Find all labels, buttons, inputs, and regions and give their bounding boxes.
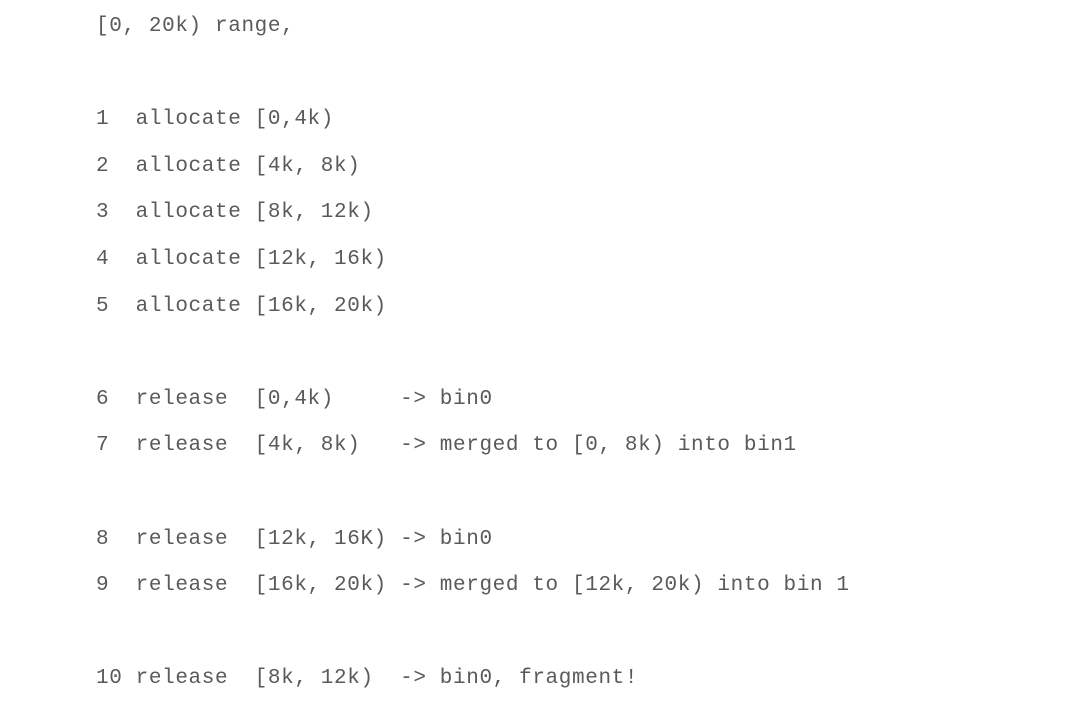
trace-line-step-10: 10 release [8k, 12k) -> bin0, fragment!	[96, 667, 639, 691]
trace-line-blank-3	[96, 470, 850, 517]
trace-sheet: [0, 20k) range, 1 allocate [0,4k) 2 alloc…	[0, 0, 1080, 700]
trace-line-header: [0, 20k) range,	[96, 15, 295, 38]
trace-line-step-1: 1 allocate [0,4k)	[96, 108, 334, 132]
trace-line-step-2: 2 allocate [4k, 8k)	[96, 154, 361, 178]
trace-line-blank-1	[96, 51, 850, 98]
allocator-trace-listing: [0, 20k) range, 1 allocate [0,4k) 2 alloc…	[96, 4, 850, 703]
trace-line-step-6: 6 release [0,4k) -> bin0	[96, 387, 493, 411]
trace-line-blank-2	[96, 330, 850, 377]
trace-line-step-8: 8 release [12k, 16K) -> bin0	[96, 527, 493, 551]
trace-line-step-9: 9 release [16k, 20k) -> merged to [12k, …	[96, 574, 850, 598]
trace-line-step-7: 7 release [4k, 8k) -> merged to [0, 8k) …	[96, 434, 797, 458]
trace-line-blank-4	[96, 610, 850, 657]
trace-line-step-3: 3 allocate [8k, 12k)	[96, 201, 374, 225]
trace-line-step-4: 4 allocate [12k, 16k)	[96, 247, 387, 271]
trace-line-step-5: 5 allocate [16k, 20k)	[96, 294, 387, 318]
